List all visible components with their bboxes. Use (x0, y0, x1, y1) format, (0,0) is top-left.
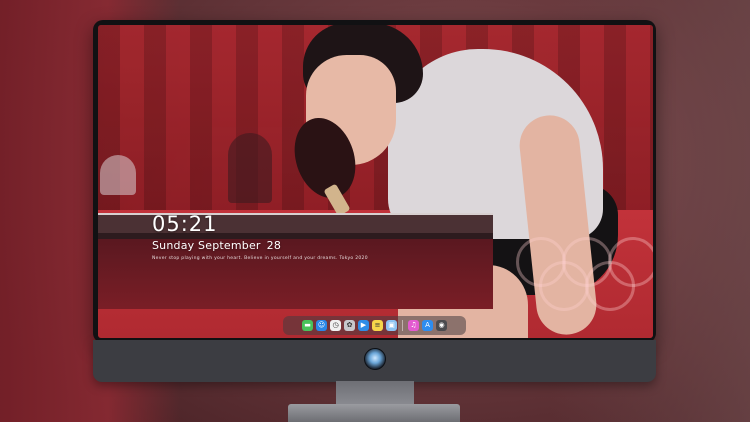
dock-separator (402, 320, 403, 331)
lockscreen-date: Sunday September 28 (152, 239, 281, 252)
dock-itunes-icon[interactable]: ♫ (408, 320, 419, 331)
wallpaper-spectator (228, 133, 272, 203)
olympic-rings-icon (516, 231, 653, 311)
dock-notes-icon[interactable]: ≡ (372, 320, 383, 331)
lockscreen-day: 28 (266, 239, 282, 252)
dock-messages-icon[interactable]: ▬ (302, 320, 313, 331)
dock: ▬ ☺ ◷ ✿ ▶ ≡ ▣ ♫ A ◉ (283, 316, 466, 335)
desktop-screen (98, 25, 653, 338)
lockscreen-tagline: Never stop playing with your heart. Beli… (152, 256, 368, 261)
monitor-stand-base (288, 404, 460, 422)
dock-media-icon[interactable]: ▶ (358, 320, 369, 331)
lockscreen-weekday-month: Sunday September (152, 239, 261, 252)
dock-finder-icon[interactable]: ☺ (316, 320, 327, 331)
brand-logo-icon (364, 348, 386, 370)
dock-photos-icon[interactable]: ✿ (344, 320, 355, 331)
wallpaper-spectator (100, 155, 136, 195)
dock-camera-icon[interactable]: ◉ (436, 320, 447, 331)
dock-preview-icon[interactable]: ▣ (386, 320, 397, 331)
lockscreen-time: 05:21 (152, 212, 218, 236)
dock-clock-icon[interactable]: ◷ (330, 320, 341, 331)
dock-app-store-icon[interactable]: A (422, 320, 433, 331)
